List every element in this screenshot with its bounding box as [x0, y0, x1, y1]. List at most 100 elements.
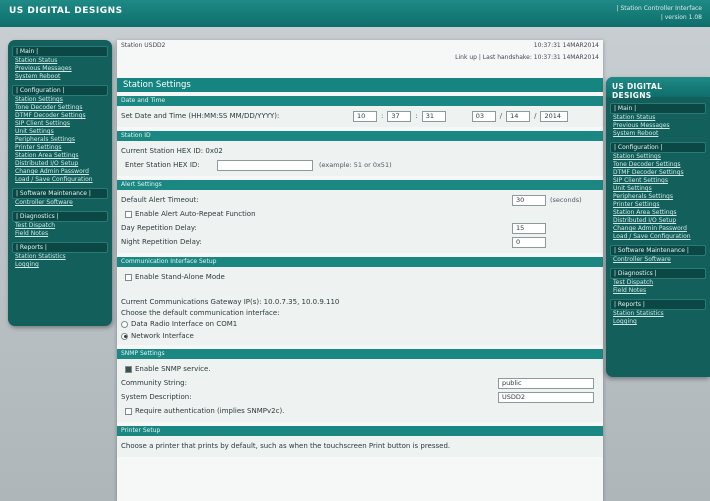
date-time-label: Set Date and Time (HH:MM:SS MM/DD/YYYY):: [121, 112, 280, 120]
right-nav-link-station-settings[interactable]: Station Settings: [610, 153, 706, 161]
alert-timeout-label: Default Alert Timeout:: [121, 196, 199, 204]
nav-link-field-notes[interactable]: Field Notes: [12, 230, 108, 238]
app-title: | Station Controller Interface: [616, 5, 702, 12]
choose-interface-label: Choose the default communication interfa…: [121, 308, 280, 317]
nav-link-unit-settings[interactable]: Unit Settings: [12, 128, 108, 136]
snmp-enable-checkbox[interactable]: [125, 365, 132, 373]
section-header-comm-interface: Communication Interface Setup: [117, 257, 603, 267]
nav-section-software-maintenance: | Software Maintenance |: [12, 188, 108, 199]
nav-section-main: | Main |: [12, 46, 108, 57]
nav-link-station-statistics[interactable]: Station Statistics: [12, 253, 108, 261]
stand-alone-checkbox[interactable]: [125, 273, 132, 281]
night-repetition-input[interactable]: 0: [512, 236, 546, 248]
right-nav-link-dtmf-decoder-settings[interactable]: DTMF Decoder Settings: [610, 169, 706, 177]
gateway-ips: Current Communications Gateway IP(s): 10…: [121, 297, 340, 306]
right-nav-link-logging[interactable]: Logging: [610, 318, 706, 326]
nav-section-reports: | Reports |: [12, 242, 108, 253]
system-description-input[interactable]: USDD2: [498, 391, 594, 403]
section-header-date-time: Date and Time: [117, 96, 603, 106]
nav-link-peripherals-settings[interactable]: Peripherals Settings: [12, 136, 108, 144]
page-title: Station Settings: [117, 78, 603, 92]
month-field[interactable]: 03: [471, 110, 496, 122]
nav-link-station-settings[interactable]: Station Settings: [12, 96, 108, 104]
comm-interface-section: Communication Interface Setup Enable Sta…: [117, 257, 603, 345]
right-nav-link-change-admin-password[interactable]: Change Admin Password: [610, 225, 706, 233]
day-repetition-input[interactable]: 15: [512, 222, 546, 234]
second-field[interactable]: 31: [421, 110, 446, 122]
version-label: | version 1.08: [660, 14, 702, 21]
nav-section-diagnostics: | Diagnostics |: [12, 211, 108, 222]
system-description-label: System Description:: [121, 393, 192, 401]
right-nav-link-controller-software[interactable]: Controller Software: [610, 256, 706, 264]
alert-settings-section: Alert Settings Default Alert Timeout: 30…: [117, 180, 603, 253]
nav-link-station-area-settings[interactable]: Station Area Settings: [12, 152, 108, 160]
radio-data-radio-com1[interactable]: [121, 320, 128, 328]
current-station-id: Current Station HEX ID: 0x02: [121, 147, 223, 155]
snmp-auth-label: Require authentication (implies SNMPv2c)…: [135, 407, 285, 415]
day-field[interactable]: 14: [506, 110, 531, 122]
right-nav-link-station-area-settings[interactable]: Station Area Settings: [610, 209, 706, 217]
radio-network-interface[interactable]: [121, 332, 128, 340]
alert-timeout-unit: (seconds): [550, 196, 582, 204]
right-nav-link-unit-settings[interactable]: Unit Settings: [610, 185, 706, 193]
hex-id-example: (example: 51 or 0x51): [319, 161, 392, 169]
nav-section-configuration: | Configuration |: [12, 85, 108, 96]
right-nav-link-station-statistics[interactable]: Station Statistics: [610, 310, 706, 318]
section-header-station-id: Station ID: [117, 131, 603, 141]
right-nav-link-peripherals-settings[interactable]: Peripherals Settings: [610, 193, 706, 201]
right-nav-section-configuration: | Configuration |: [610, 142, 706, 153]
right-nav-sidebar: US DIGITAL DESIGNS | Main | Station Stat…: [606, 77, 710, 377]
nav-link-previous-messages[interactable]: Previous Messages: [12, 65, 108, 73]
nav-link-printer-settings[interactable]: Printer Settings: [12, 144, 108, 152]
right-nav-link-test-dispatch[interactable]: Test Dispatch: [610, 279, 706, 287]
nav-link-test-dispatch[interactable]: Test Dispatch: [12, 222, 108, 230]
left-nav-sidebar: | Main | Station Status Previous Message…: [8, 40, 112, 326]
right-nav-link-system-reboot[interactable]: System Reboot: [610, 130, 706, 138]
snmp-section: SNMP Settings Enable SNMP service. Commu…: [117, 349, 603, 422]
alert-auto-repeat-label: Enable Alert Auto-Repeat Function: [135, 210, 256, 218]
nav-link-tone-decoder-settings[interactable]: Tone Decoder Settings: [12, 104, 108, 112]
night-repetition-label: Night Repetition Delay:: [121, 238, 202, 246]
right-nav-link-printer-settings[interactable]: Printer Settings: [610, 201, 706, 209]
alert-timeout-input[interactable]: 30: [512, 194, 546, 206]
date-time-section: Date and Time Set Date and Time (HH:MM:S…: [117, 96, 603, 127]
day-repetition-label: Day Repetition Delay:: [121, 224, 197, 232]
hour-field[interactable]: 10: [353, 110, 377, 122]
right-nav-link-previous-messages[interactable]: Previous Messages: [610, 122, 706, 130]
station-hex-id-input[interactable]: [217, 159, 313, 171]
nav-link-station-status[interactable]: Station Status: [12, 57, 108, 65]
nav-link-system-reboot[interactable]: System Reboot: [12, 73, 108, 81]
right-nav-link-load-save-configuration[interactable]: Load / Save Configuration: [610, 233, 706, 241]
minute-field[interactable]: 37: [387, 110, 412, 122]
community-string-input[interactable]: public: [498, 377, 594, 389]
section-header-alert-settings: Alert Settings: [117, 180, 603, 190]
year-field[interactable]: 2014: [540, 110, 569, 122]
header-info: | Station Controller Interface | version…: [617, 4, 702, 22]
nav-link-change-admin-password[interactable]: Change Admin Password: [12, 168, 108, 176]
alert-auto-repeat-checkbox[interactable]: [125, 210, 132, 218]
snmp-auth-checkbox[interactable]: [125, 407, 132, 415]
nav-link-distributed-io-setup[interactable]: Distributed I/O Setup: [12, 160, 108, 168]
brand-logo-text: US DIGITAL DESIGNS: [9, 6, 123, 16]
status-bar: Station USDD2 10:37:31 14MAR2014: [117, 40, 603, 52]
nav-link-dtmf-decoder-settings[interactable]: DTMF Decoder Settings: [12, 112, 108, 120]
right-brand-logo-text: US DIGITAL DESIGNS: [606, 77, 710, 100]
community-string-label: Community String:: [121, 379, 187, 387]
section-header-snmp: SNMP Settings: [117, 349, 603, 359]
section-header-printer: Printer Setup: [117, 426, 603, 436]
right-nav-link-sip-client-settings[interactable]: SIP Client Settings: [610, 177, 706, 185]
nav-link-logging[interactable]: Logging: [12, 261, 108, 269]
station-hex-id-label: Enter Station HEX ID:: [125, 161, 200, 169]
right-nav-link-distributed-io-setup[interactable]: Distributed I/O Setup: [610, 217, 706, 225]
nav-link-load-save-configuration[interactable]: Load / Save Configuration: [12, 176, 108, 184]
app-header: US DIGITAL DESIGNS | Station Controller …: [0, 0, 710, 27]
right-nav-section-main: | Main |: [610, 103, 706, 114]
nav-link-sip-client-settings[interactable]: SIP Client Settings: [12, 120, 108, 128]
right-nav-link-station-status[interactable]: Station Status: [610, 114, 706, 122]
nav-link-controller-software[interactable]: Controller Software: [12, 199, 108, 207]
snmp-enable-label: Enable SNMP service.: [135, 365, 211, 373]
station-id-section: Station ID Current Station HEX ID: 0x02 …: [117, 131, 603, 176]
radio-data-radio-label: Data Radio Interface on COM1: [131, 320, 238, 328]
right-nav-link-tone-decoder-settings[interactable]: Tone Decoder Settings: [610, 161, 706, 169]
right-nav-link-field-notes[interactable]: Field Notes: [610, 287, 706, 295]
